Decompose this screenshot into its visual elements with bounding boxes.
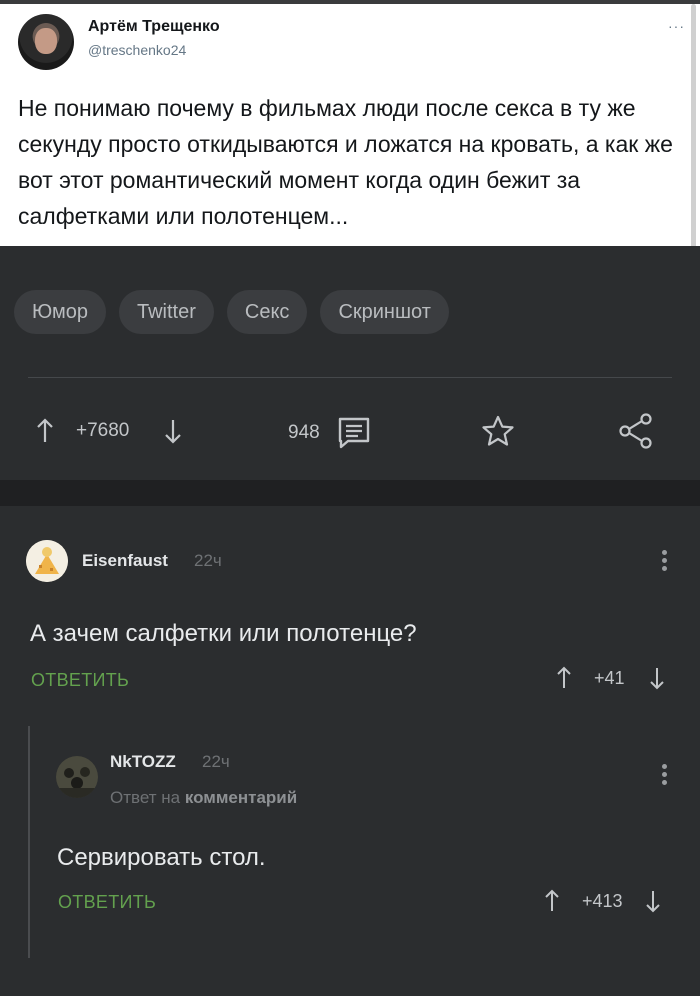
tag-humor[interactable]: Юмор (14, 290, 106, 334)
reply-button[interactable]: ОТВЕТИТЬ (31, 670, 129, 691)
divider (28, 377, 672, 378)
thread-line[interactable] (28, 726, 30, 958)
star-icon (482, 415, 514, 446)
avatar-image (56, 756, 98, 798)
comments-button[interactable]: 948 (288, 416, 372, 450)
comment-menu-icon[interactable] (662, 764, 668, 788)
arrow-down-icon[interactable] (649, 666, 665, 690)
upvote-button[interactable] (36, 418, 54, 444)
reply-to-link[interactable]: комментарий (185, 788, 297, 807)
tag-sex[interactable]: Секс (226, 290, 308, 334)
comment-menu-icon[interactable] (662, 550, 668, 574)
tag-twitter[interactable]: Twitter (118, 290, 214, 334)
comment-avatar[interactable] (26, 540, 68, 582)
comment-time: 22ч (194, 551, 222, 570)
reply-to-prefix: Ответ на (110, 788, 181, 807)
comment-author[interactable]: Eisenfaust (82, 551, 168, 571)
comment-text: А зачем салфетки или полотенце? (30, 620, 417, 647)
tweet-card: Артём Трещенко @treschenko24 ··· Не пони… (0, 4, 700, 246)
share-button[interactable] (618, 412, 654, 450)
arrow-down-icon[interactable] (645, 889, 661, 913)
tweet-more-icon[interactable]: ··· (668, 18, 685, 34)
tweet-text: Не понимаю почему в фильмах люди после с… (18, 95, 673, 229)
post-footer: Юмор Twitter Секс Скриншот +7680 948 (0, 246, 700, 480)
comment-rating: +41 (594, 667, 625, 688)
avatar-image (26, 540, 68, 582)
reply-button[interactable]: ОТВЕТИТЬ (58, 892, 156, 913)
tag-screenshot[interactable]: Скриншот (320, 290, 449, 334)
comment-avatar[interactable] (56, 756, 98, 798)
tweet-author-name[interactable]: Артём Трещенко (88, 18, 220, 36)
comments-count: 948 (288, 422, 320, 443)
comments-icon (338, 417, 369, 449)
reply-to: Ответ на комментарий (110, 788, 297, 808)
share-icon (619, 413, 652, 449)
tag-list: Юмор Twitter Секс Скриншот (14, 290, 449, 334)
post-actions: +7680 948 (0, 406, 700, 456)
comment-time: 22ч (202, 752, 230, 771)
arrow-up-icon[interactable] (544, 889, 560, 913)
comment-author[interactable]: NkTOZZ (110, 752, 176, 772)
arrow-up-icon (37, 418, 53, 442)
downvote-button[interactable] (164, 418, 182, 444)
section-separator (0, 480, 700, 506)
comment-votes: +41 (556, 666, 665, 690)
arrow-down-icon (165, 420, 181, 444)
comment-rating: +413 (582, 890, 623, 911)
comments-section: Eisenfaust 22ч А зачем салфетки или поло… (0, 506, 700, 996)
comment-text: Сервировать стол. (57, 844, 266, 871)
arrow-up-icon[interactable] (556, 666, 572, 690)
tweet-author-handle[interactable]: @treschenko24 (88, 42, 186, 58)
save-button[interactable] (480, 414, 516, 448)
comment-votes: +413 (544, 889, 661, 913)
tweet-author-avatar[interactable] (18, 14, 74, 70)
post-rating: +7680 (76, 420, 130, 441)
